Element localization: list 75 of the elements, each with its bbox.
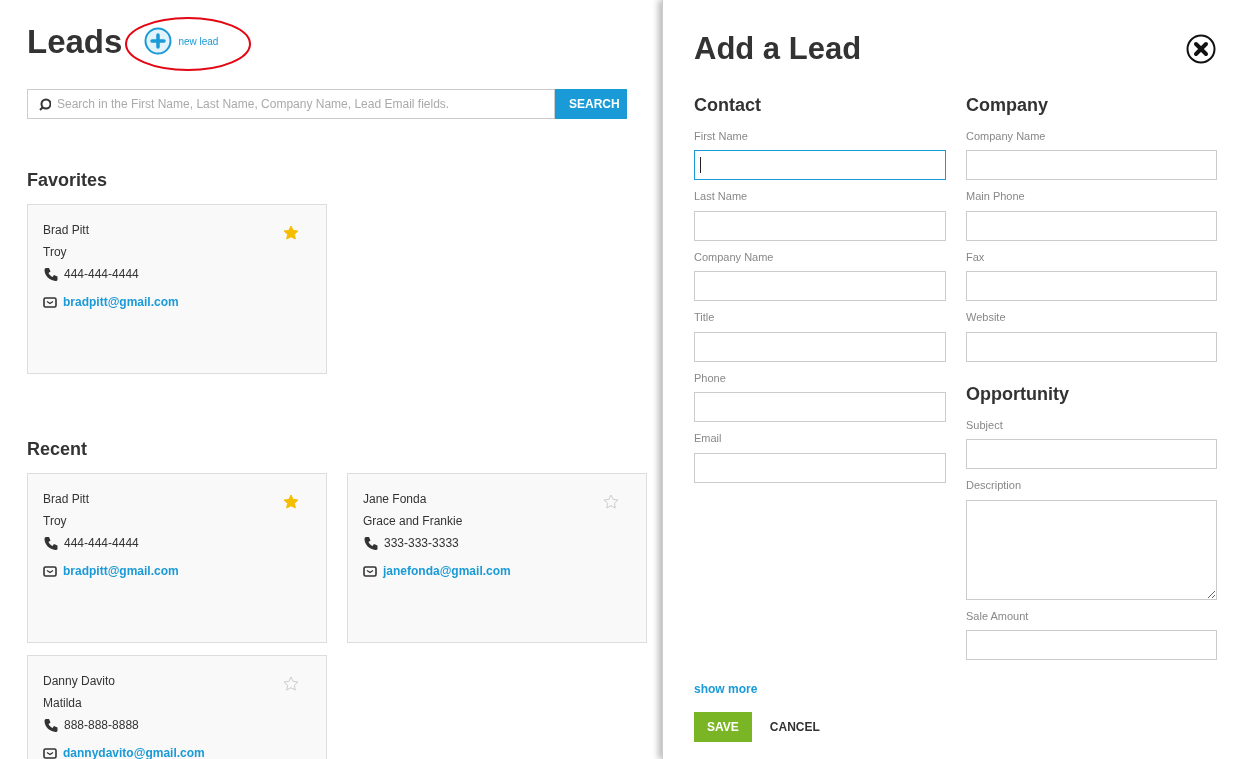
field-label: Main Phone [966,189,1026,204]
lead-card[interactable]: Brad Pitt Troy 444-444-4444 bradpitt@gmail.com [27,473,327,643]
text-cursor [700,157,701,173]
cancel-button[interactable]: CANCEL [769,718,820,736]
phone-icon [363,535,378,551]
lead-name: Danny Davito [43,673,116,690]
field-label: Website [966,310,1007,325]
input-field[interactable] [966,150,1217,180]
lead-card[interactable]: Jane Fonda Grace and Frankie 333-333-3333 janefonda@gmail.com [347,473,647,643]
input-field[interactable] [694,452,946,483]
close-icon[interactable] [1186,34,1216,65]
lead-name: Brad Pitt [43,491,90,508]
lead-email-link[interactable]: bradpitt@gmail.com [63,562,179,580]
star-icon[interactable] [283,225,299,241]
lead-phone: 444-444-4444 [64,266,139,283]
search-input[interactable]: Search in the First Name, Last Name, Company Name, Lead Email fields. [57,95,544,113]
lead-card[interactable]: Brad Pitt Troy 444-444-4444 bradpitt@gmail.com [27,204,327,374]
field-label: Company Name [694,249,775,265]
page-title: Leads [27,24,123,58]
envelope-icon [43,295,57,309]
field-label: Email [694,431,723,446]
envelope-icon [363,564,377,578]
input-field[interactable] [966,210,1217,241]
field-label: Fax [966,249,986,265]
input-field[interactable] [966,271,1217,301]
envelope-icon [43,564,57,578]
input-field[interactable] [966,630,1217,660]
plus-icon [144,27,173,55]
section-heading: Recent [27,438,89,461]
save-button[interactable]: SAVE [694,712,752,742]
field-label: Phone [694,370,727,386]
field-label: First Name [694,128,749,144]
field-label: Company Name [966,128,1047,144]
lead-company: Matilda [43,695,82,712]
field-label: Title [694,310,716,325]
lead-phone: 888-888-8888 [64,717,139,734]
section-heading: Company [966,93,1049,117]
lead-phone: 444-444-4444 [64,535,139,552]
lead-email-link[interactable]: bradpitt@gmail.com [63,293,179,311]
lead-company: Troy [43,244,67,261]
star-icon[interactable] [283,494,299,510]
lead-phone: 333-333-3333 [384,535,459,552]
lead-card[interactable]: Danny Davito Matilda 888-888-8888 dannydavito@gmail.com [27,655,327,759]
input-field[interactable] [694,150,946,180]
section-heading: Opportunity [966,382,1070,406]
lead-name: Jane Fonda [363,491,427,508]
input-field[interactable] [694,331,946,362]
search-icon [38,97,51,111]
lead-company: Grace and Frankie [363,513,463,530]
section-heading: Contact [694,93,762,117]
input-field[interactable] [966,331,1217,362]
lead-name: Brad Pitt [43,222,90,239]
field-label: Sale Amount [966,608,1030,624]
search-field[interactable]: Search in the First Name, Last Name, Company Name, Lead Email fields. [27,89,555,119]
phone-icon [43,535,58,551]
field-label: Last Name [694,189,749,204]
lead-email-link[interactable]: janefonda@gmail.com [383,562,511,580]
star-icon[interactable] [283,676,299,692]
input-field[interactable] [966,439,1217,469]
text-area[interactable] [966,499,1217,600]
input-field[interactable] [694,210,946,241]
section-heading: Favorites [27,169,109,192]
field-label: Subject [966,417,1004,433]
phone-icon [43,266,58,282]
phone-icon [43,717,58,733]
lead-company: Troy [43,513,67,530]
lead-email-link[interactable]: dannydavito@gmail.com [63,744,205,759]
search-button[interactable]: SEARCH [555,89,627,119]
show-more-link[interactable]: show more [694,680,1217,698]
input-field[interactable] [694,271,946,301]
field-label: Description [966,478,1023,493]
star-icon[interactable] [603,494,619,510]
envelope-icon [43,746,57,759]
input-field[interactable] [694,392,946,422]
panel-title: Add a Lead [694,30,862,68]
